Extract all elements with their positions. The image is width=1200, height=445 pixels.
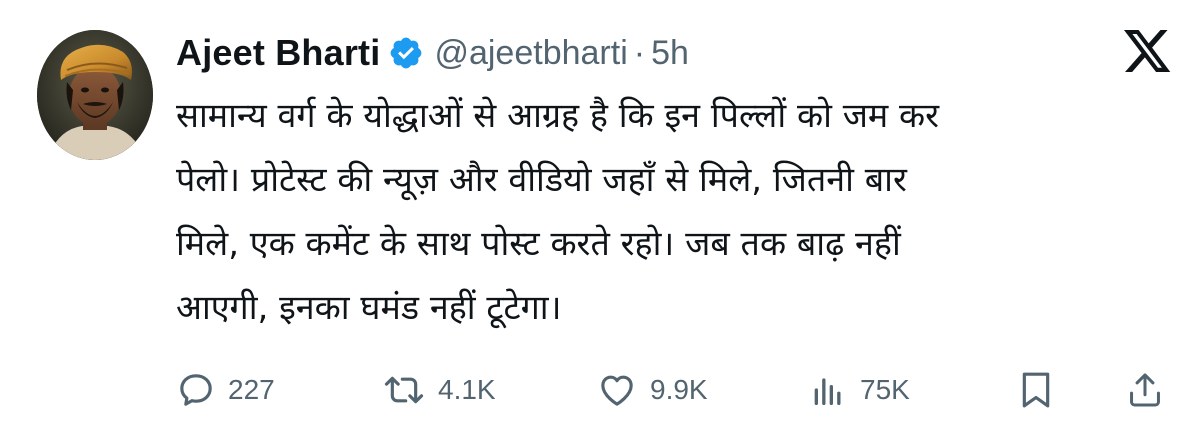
- x-logo-icon[interactable]: [1124, 30, 1172, 74]
- tweet-text: सामान्य वर्ग के योद्धाओं से आग्रह है कि …: [176, 84, 1176, 340]
- reply-count: 227: [228, 374, 275, 405]
- tweet-text-line: सामान्य वर्ग के योद्धाओं से आग्रह है कि …: [176, 96, 940, 136]
- like-count: 9.9K: [650, 374, 708, 405]
- views-count: 75K: [860, 374, 910, 405]
- reply-icon: [180, 374, 212, 406]
- author-name[interactable]: Ajeet Bharti: [176, 32, 380, 74]
- tweet-timestamp[interactable]: 5h: [651, 34, 689, 73]
- verified-badge-icon: [388, 35, 424, 71]
- bookmark-icon: [1022, 372, 1050, 408]
- header-separator: ·: [633, 33, 646, 72]
- avatar[interactable]: [37, 30, 153, 160]
- bookmark-button[interactable]: [1018, 368, 1054, 412]
- views-button[interactable]: 75K: [808, 368, 910, 412]
- repost-count: 4.1K: [438, 374, 496, 405]
- tweet-text-line: मिले, एक कमेंट के साथ पोस्ट करते रहो। जब…: [176, 224, 901, 264]
- share-button[interactable]: [1126, 368, 1164, 412]
- tweet-card: Ajeet Bharti @ajeetbharti · 5h सामान्य व…: [0, 0, 1200, 445]
- views-icon: [814, 378, 841, 405]
- share-icon: [1130, 373, 1160, 407]
- author-handle[interactable]: @ajeetbharti: [434, 34, 627, 73]
- tweet-text-line: पेलो। प्रोटेस्ट की न्यूज़ और वीडियो जहाँ…: [176, 160, 907, 200]
- repost-button[interactable]: 4.1K: [382, 368, 496, 412]
- avatar-image: [37, 30, 153, 160]
- repost-icon: [384, 376, 424, 404]
- tweet-text-line: आएगी, इनका घमंड नहीं टूटेगा।: [176, 288, 562, 328]
- heart-icon: [601, 375, 633, 406]
- tweet-header: Ajeet Bharti @ajeetbharti · 5h: [176, 28, 689, 78]
- reply-button[interactable]: 227: [176, 368, 275, 412]
- action-bar: 227 4.1K 9.9K 75K: [0, 360, 1200, 420]
- like-button[interactable]: 9.9K: [596, 368, 708, 412]
